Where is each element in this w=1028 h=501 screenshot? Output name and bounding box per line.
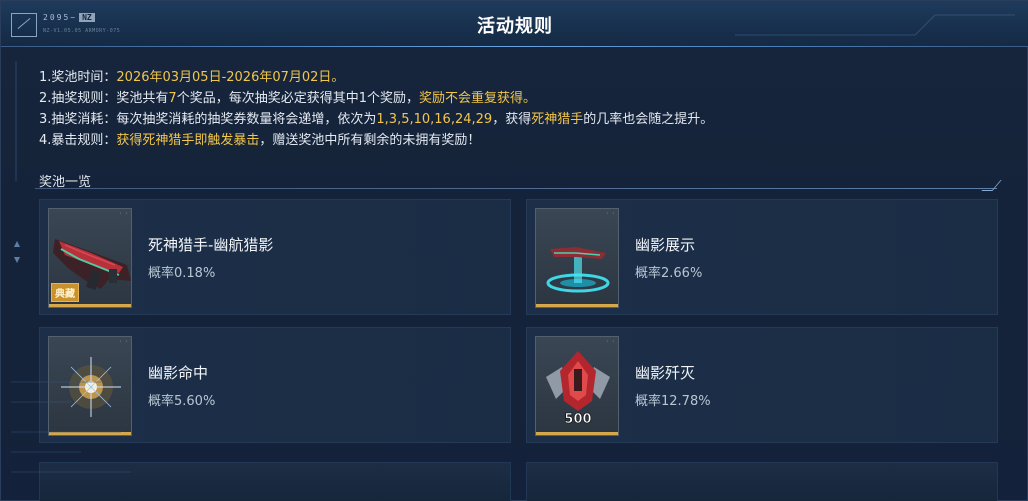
rule-cost: 3.抽奖消耗：每次抽奖消耗的抽奖券数量将会递增，依次为1,3,5,10,16,2… — [39, 112, 714, 127]
prize-name: 幽影歼灭 — [635, 364, 696, 382]
emblem-number: 500 — [564, 412, 591, 427]
rules-list: 1.奖池时间：2026年03月05日-2026年07月02日。 2.抽奖规则：奖… — [39, 67, 999, 151]
prize-name: 死神猎手-幽航猎影 — [148, 236, 274, 254]
header-decoration — [735, 14, 1015, 36]
collector-badge: 典藏 — [51, 283, 79, 302]
event-time: 2026年03月05日-2026年07月02日。 — [116, 70, 345, 85]
prize-name: 幽影展示 — [635, 236, 696, 254]
rule-crit: 4.暴击规则：获得死神猎手即触发暴击，赠送奖池中所有剩余的未拥有奖励！ — [39, 133, 481, 148]
kill-emblem-icon: 500 — [546, 351, 610, 427]
prize-card-display[interactable]: · · 幽影展示 概率2.66% — [526, 199, 998, 315]
header-bar: 2095~ NZ NZ-V1.05.05 ARMORY-075 活动规则 — [1, 1, 1028, 47]
prize-name: 幽影命中 — [148, 364, 209, 382]
prize-rate: 概率12.78% — [635, 394, 711, 409]
prize-rate: 概率0.18% — [148, 266, 216, 281]
event-rules-panel: 2095~ NZ NZ-V1.05.05 ARMORY-075 活动规则 1.奖池… — [0, 0, 1028, 501]
prize-rate: 概率5.60% — [148, 394, 216, 409]
rule-draw: 2.抽奖规则：奖池共有7个奖品，每次抽奖必定获得其中1个奖励，奖励不会重复获得。 — [39, 91, 536, 106]
prize-card-annihilate[interactable]: · · 500 幽影歼灭 概率12.78% — [526, 327, 998, 443]
hologram-display-icon — [546, 247, 610, 293]
background-decoration — [11, 381, 131, 473]
prize-thumbnail: · · 典藏 — [48, 208, 132, 308]
rule-time: 1.奖池时间：2026年03月05日-2026年07月02日。 — [39, 70, 345, 85]
prize-card-partial[interactable] — [526, 462, 998, 501]
section-divider — [35, 188, 997, 189]
prize-rate: 概率2.66% — [635, 266, 703, 281]
prize-thumbnail: · · — [535, 208, 619, 308]
prize-thumbnail: · · 500 — [535, 336, 619, 436]
prize-card-reaper[interactable]: · · 典藏 死神猎手-幽航猎影 概率0.18% — [39, 199, 511, 315]
